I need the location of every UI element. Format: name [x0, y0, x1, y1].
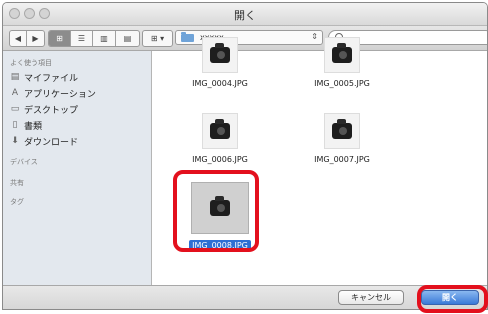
camera-icon [210, 43, 230, 63]
sidebar-item-label: アプリケーション [24, 89, 96, 100]
my-files-icon: ▤ [10, 72, 20, 82]
sidebar-item-documents[interactable]: ▯ 書類 [10, 119, 43, 132]
sidebar-item-applications[interactable]: A アプリケーション [10, 87, 96, 100]
file-browser: IMG_0004.JPG IMG_0005.JPG IMG_0006.JPG I… [152, 37, 487, 285]
icon-view-button[interactable]: ⊞ [49, 31, 71, 46]
desktop-icon: ▭ [10, 104, 20, 114]
file-name: IMG_0008.JPG [189, 240, 251, 251]
forward-button[interactable]: ▶ [27, 31, 44, 46]
nav-buttons: ◀ ▶ [9, 30, 45, 47]
file-item-selected[interactable]: IMG_0008.JPG [170, 182, 270, 251]
column-view-button[interactable]: ▥ [93, 31, 116, 46]
camera-icon [332, 43, 352, 63]
image-thumbnail [202, 113, 238, 149]
file-name: IMG_0006.JPG [192, 155, 248, 164]
file-name: IMG_0005.JPG [314, 79, 370, 88]
file-item[interactable]: IMG_0006.JPG [170, 113, 270, 164]
shared-header: 共有 [10, 179, 24, 187]
image-thumbnail [202, 37, 238, 73]
camera-icon [332, 119, 352, 139]
file-item[interactable]: IMG_0005.JPG [292, 37, 392, 88]
sidebar-item-label: 書類 [24, 121, 43, 132]
arrange-menu[interactable]: ⊞ ▾ [142, 30, 173, 47]
applications-icon: A [11, 88, 19, 98]
sidebar-item-my-files[interactable]: ▤ マイファイル [10, 71, 79, 84]
open-dialog: 開く ◀ ▶ ⊞ ☰ ▥ ▤ ⊞ ▾ xxxxx ⇕ よく使う項目 ▤ マイファ… [2, 2, 488, 310]
file-item[interactable]: IMG_0007.JPG [292, 113, 392, 164]
image-thumbnail [191, 182, 249, 234]
list-view-button[interactable]: ☰ [71, 31, 93, 46]
sidebar-item-label: ダウンロード [24, 137, 79, 148]
title-bar: 開く [3, 3, 487, 26]
favorites-header: よく使う項目 [10, 59, 52, 67]
camera-icon [210, 119, 230, 139]
sidebar-item-label: マイファイル [24, 73, 79, 84]
camera-icon [210, 196, 230, 216]
coverflow-view-button[interactable]: ▤ [116, 31, 139, 46]
devices-header: デバイス [10, 158, 38, 166]
image-thumbnail [324, 37, 360, 73]
button-bar: キャンセル 開く [3, 285, 487, 309]
file-item[interactable]: IMG_0004.JPG [170, 37, 270, 88]
file-name: IMG_0007.JPG [314, 155, 370, 164]
cancel-button[interactable]: キャンセル [338, 290, 404, 305]
image-thumbnail [324, 113, 360, 149]
sidebar-item-downloads[interactable]: ⬇ ダウンロード [10, 135, 79, 148]
sidebar-item-desktop[interactable]: ▭ デスクトップ [10, 103, 79, 116]
window-title: 開く [234, 9, 256, 22]
sidebar-item-label: デスクトップ [24, 105, 79, 116]
back-button[interactable]: ◀ [10, 31, 27, 46]
open-button[interactable]: 開く [421, 290, 479, 305]
tags-header: タグ [10, 198, 24, 206]
file-name: IMG_0004.JPG [192, 79, 248, 88]
sidebar: よく使う項目 ▤ マイファイル A アプリケーション ▭ デスクトップ ▯ 書類… [3, 51, 152, 285]
view-mode-buttons: ⊞ ☰ ▥ ▤ [48, 30, 140, 47]
arrange-button[interactable]: ⊞ ▾ [143, 31, 172, 46]
downloads-icon: ⬇ [11, 136, 19, 146]
documents-icon: ▯ [12, 120, 18, 130]
